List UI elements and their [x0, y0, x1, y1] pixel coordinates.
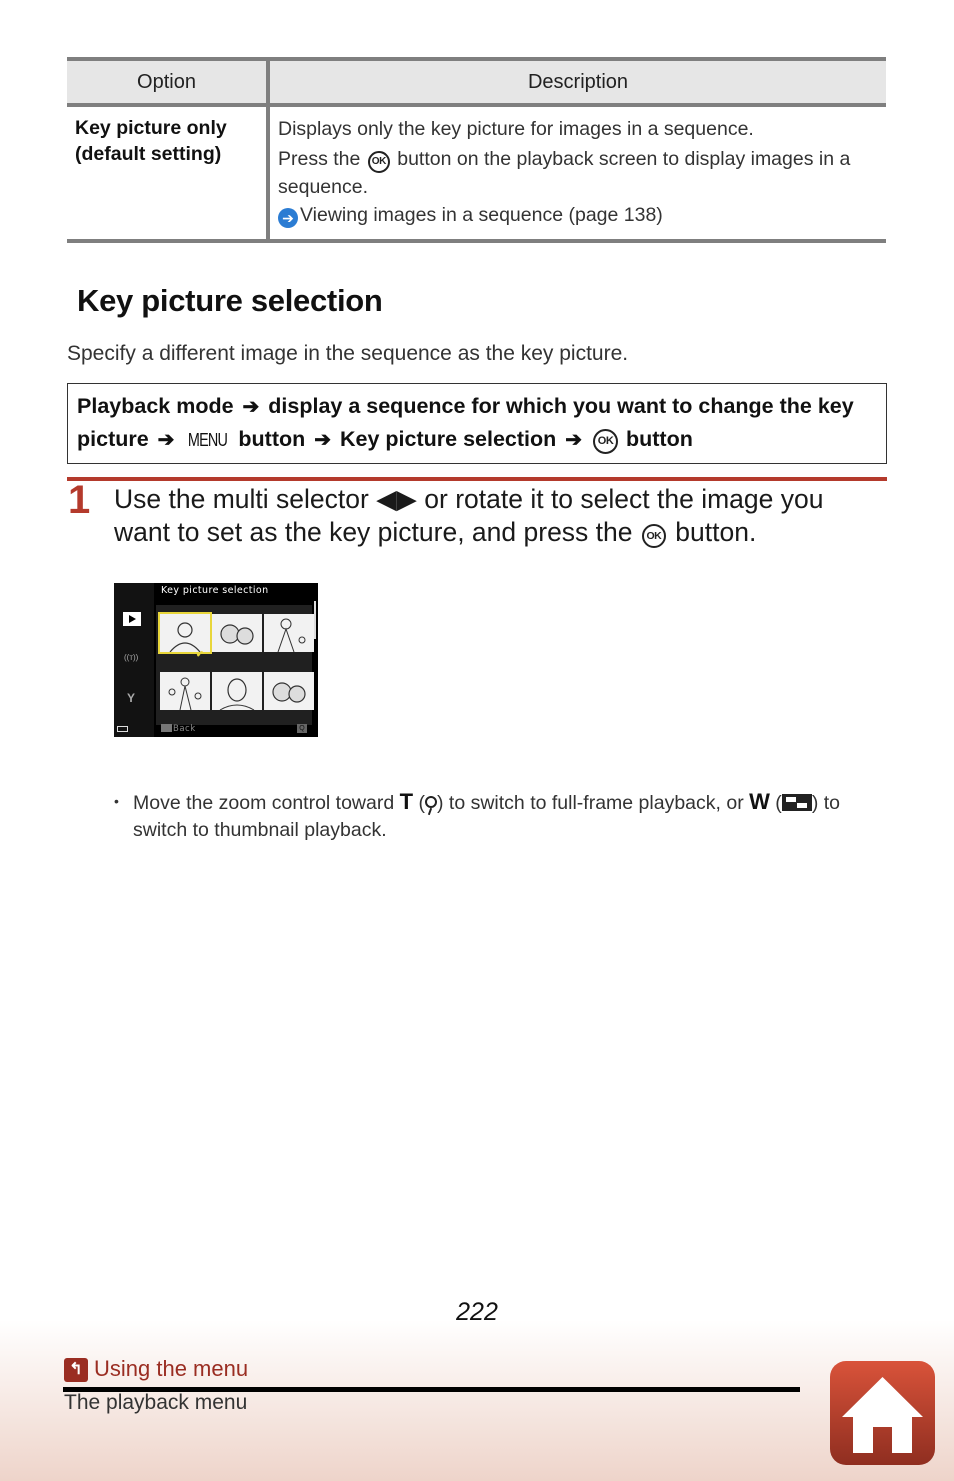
setup-wrench-icon: Y: [127, 691, 136, 705]
arrow-icon: ➔: [565, 429, 583, 451]
thumbnail-image[interactable]: [212, 614, 262, 652]
thumbnail-image[interactable]: [158, 612, 212, 654]
cross-reference-link[interactable]: ➔ Viewing images in a sequence (page 138): [278, 201, 878, 229]
thumbnail-image[interactable]: [264, 614, 314, 652]
ok-button-icon: OK: [367, 151, 390, 173]
step-text-end: button.: [675, 517, 757, 547]
breadcrumb-label[interactable]: Using the menu: [94, 1356, 248, 1381]
thumbnail-image[interactable]: [160, 672, 210, 710]
option-default-note: (default setting): [75, 143, 222, 165]
camera-screen-illustration: ((ᴛ)) Y Key picture selection ✔ Back Q: [114, 583, 318, 737]
bullet-dot: •: [114, 793, 119, 809]
note-text-part: Move the zoom control toward: [133, 792, 395, 814]
magnifier-icon: [425, 796, 437, 808]
breadcrumb-subsection: The playback menu: [64, 1391, 248, 1414]
nav-step-playback-mode: Playback mode: [77, 394, 234, 418]
menu-button-icon: [161, 724, 172, 732]
arrow-icon: ➔: [314, 429, 332, 451]
camera-scrollbar: [314, 601, 316, 639]
note-bullet: • Move the zoom control toward T () to s…: [114, 788, 884, 844]
step-divider: [67, 477, 887, 481]
header-description: Description: [268, 57, 886, 107]
page-number: 222: [456, 1298, 498, 1326]
thumbnail-playback-icon: [781, 794, 812, 811]
step-number: 1: [68, 478, 91, 522]
table-row: Key picture only (default setting) Displ…: [67, 105, 886, 243]
zoom-icon: Q: [297, 724, 307, 733]
step-instruction: Use the multi selector ◀▶ or rotate it t…: [114, 483, 884, 549]
thumbnail-image[interactable]: [264, 672, 314, 710]
ok-button-icon: OK: [641, 524, 666, 548]
option-table: Option Description Key picture only (def…: [67, 57, 886, 243]
nav-step-button-label: button: [626, 427, 693, 451]
home-icon: [842, 1377, 923, 1453]
arrow-icon: ➔: [157, 429, 175, 451]
wide-w-label: W: [749, 789, 770, 814]
section-intro: Specify a different image in the sequenc…: [67, 342, 629, 365]
description-press-line: Press the OK button on the playback scre…: [278, 145, 878, 201]
nav-step-key-picture-selection: Key picture selection: [340, 427, 557, 451]
ok-button-icon: OK: [593, 429, 619, 454]
description-cell: Displays only the key picture for images…: [268, 105, 886, 243]
note-text: Move the zoom control toward T () to swi…: [133, 789, 840, 841]
option-name: Key picture only: [75, 117, 227, 139]
menu-button-icon: MENU: [188, 430, 228, 450]
press-text-after: button on the playback screen to display…: [278, 148, 851, 198]
playback-icon: [123, 612, 141, 626]
option-cell: Key picture only (default setting): [67, 105, 270, 243]
battery-icon: [117, 726, 128, 732]
home-button[interactable]: [830, 1361, 935, 1465]
menu-navigation-path: Playback mode ➔ display a sequence for w…: [67, 383, 887, 464]
note-text-part: to switch to full-frame playback, or: [448, 792, 744, 814]
breadcrumb-section-link[interactable]: ↰ Using the menu: [64, 1356, 248, 1382]
camera-screen-title: Key picture selection: [161, 585, 269, 596]
back-arrow-icon: ↰: [64, 1358, 88, 1382]
section-title: Key picture selection: [77, 283, 383, 318]
thumbnail-image[interactable]: [212, 672, 262, 710]
arrow-icon: ➔: [242, 396, 260, 418]
link-text[interactable]: Viewing images in a sequence (page 138): [300, 204, 663, 226]
camera-back-hint: Back: [161, 724, 196, 734]
tele-t-label: T: [399, 789, 414, 814]
header-option: Option: [67, 57, 270, 107]
arrow-right-circle-icon: ➔: [278, 208, 298, 228]
selected-check-icon: ✔: [196, 649, 204, 659]
wireless-icon: ((ᴛ)): [124, 653, 139, 662]
back-label: Back: [173, 724, 196, 734]
press-text: Press the: [278, 148, 361, 170]
nav-step-button-label: button: [238, 427, 306, 451]
description-line: Displays only the key picture for images…: [278, 118, 754, 140]
